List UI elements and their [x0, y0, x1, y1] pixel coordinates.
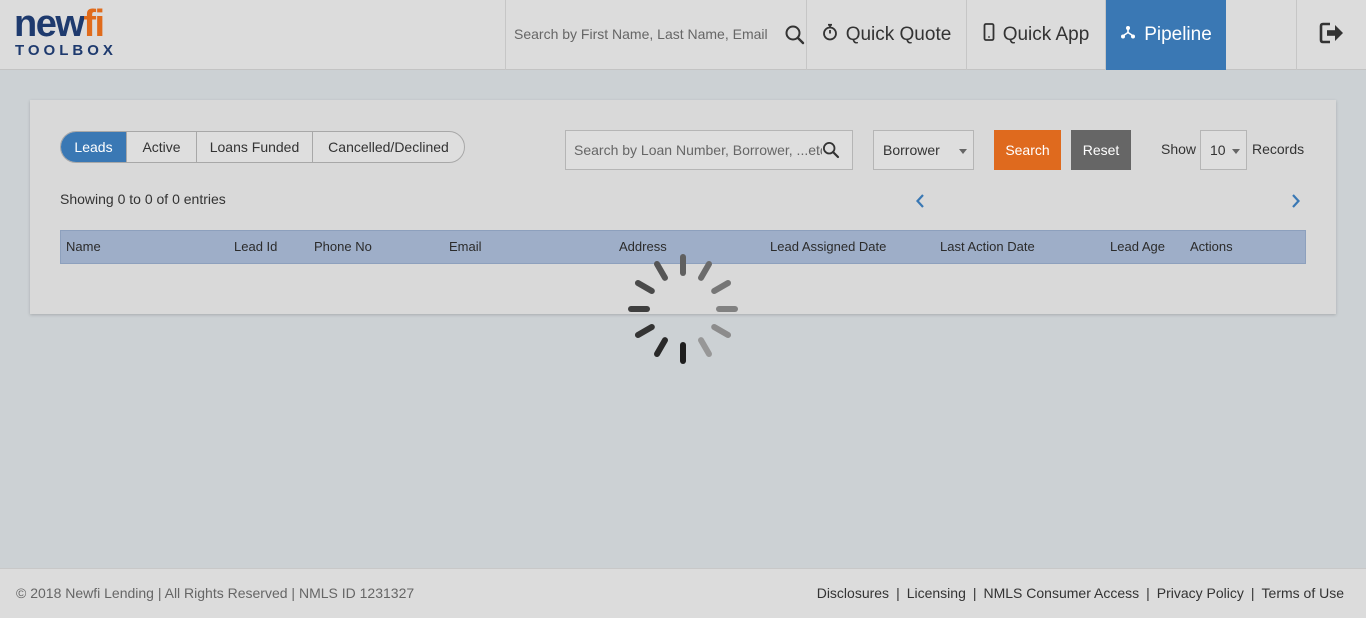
chevron-right-icon — [1291, 193, 1301, 214]
loading-spinner-icon — [628, 254, 738, 364]
loan-search-input[interactable] — [574, 140, 822, 160]
search-type-value: Borrower — [883, 142, 940, 158]
search-type-select[interactable]: Borrower — [873, 130, 974, 170]
logo-subtitle: TOOLBOX — [15, 42, 117, 59]
search-button[interactable]: Search — [994, 130, 1061, 170]
next-page-button[interactable] — [1288, 193, 1304, 213]
entries-info: Showing 0 to 0 of 0 entries — [60, 191, 226, 207]
pipeline-label: Pipeline — [1144, 24, 1212, 45]
column-header-lead-assigned-date[interactable]: Lead Assigned Date — [770, 231, 886, 263]
logo-wordmark: newfi — [14, 3, 105, 45]
page-footer: © 2018 Newfi Lending | All Rights Reserv… — [0, 568, 1366, 618]
column-header-name[interactable]: Name — [66, 231, 101, 263]
chevron-down-icon — [1232, 149, 1240, 154]
column-header-phone-no[interactable]: Phone No — [314, 231, 372, 263]
chevron-down-icon — [959, 149, 967, 154]
newfi-toolbox-logo[interactable]: newfi TOOLBOX — [14, 3, 134, 62]
footer-link-licensing[interactable]: Licensing — [907, 585, 966, 601]
tab-active[interactable]: Active — [127, 132, 197, 162]
footer-separator: | — [1250, 585, 1255, 601]
mobile-phone-icon — [983, 23, 995, 47]
logout-button[interactable] — [1297, 0, 1366, 70]
records-label: Records — [1252, 141, 1305, 157]
spinner-tick — [698, 260, 712, 281]
pipeline-icon — [1120, 24, 1136, 46]
spinner-tick — [634, 280, 655, 294]
records-per-page-value: 10 — [1210, 142, 1226, 158]
quick-app-button[interactable]: Quick App — [967, 0, 1106, 70]
tab-leads[interactable]: Leads — [61, 132, 127, 162]
footer-link-nmls-consumer-access[interactable]: NMLS Consumer Access — [984, 585, 1140, 601]
show-label: Show — [1161, 141, 1197, 157]
footer-separator: | — [1146, 585, 1150, 601]
footer-link-terms-of-use[interactable]: Terms of Use — [1262, 585, 1344, 601]
top-header: newfi TOOLBOX Quick Quote Quick App Pipe… — [0, 0, 1366, 70]
chevron-left-icon — [915, 193, 925, 214]
column-header-lead-age[interactable]: Lead Age — [1110, 231, 1165, 263]
pipeline-button[interactable]: Pipeline — [1106, 0, 1226, 70]
quick-app-label: Quick App — [1002, 24, 1090, 45]
previous-page-button[interactable] — [912, 193, 928, 213]
quick-quote-button[interactable]: Quick Quote — [807, 0, 967, 70]
search-icon[interactable] — [784, 24, 806, 46]
column-header-email[interactable]: Email — [449, 231, 482, 263]
column-header-lead-id[interactable]: Lead Id — [234, 231, 277, 263]
search-icon[interactable] — [822, 141, 840, 159]
spinner-tick — [711, 324, 732, 338]
spinner-tick — [654, 337, 668, 358]
footer-links: Disclosures | Licensing | NMLS Consumer … — [817, 585, 1344, 601]
spinner-tick — [634, 324, 655, 338]
global-search — [505, 0, 807, 70]
quick-quote-label: Quick Quote — [845, 24, 952, 45]
stopwatch-icon — [822, 23, 838, 47]
reset-button[interactable]: Reset — [1071, 130, 1131, 170]
global-search-input[interactable] — [514, 22, 774, 46]
header-spacer — [1226, 0, 1297, 70]
spinner-tick — [698, 337, 712, 358]
footer-separator: | — [972, 585, 977, 601]
column-header-actions[interactable]: Actions — [1190, 231, 1233, 263]
spinner-tick — [654, 260, 668, 281]
loan-search-box — [565, 130, 853, 170]
column-header-last-action-date[interactable]: Last Action Date — [940, 231, 1035, 263]
pipeline-tabs: Leads Active Loans Funded Cancelled/Decl… — [60, 131, 465, 163]
footer-link-privacy-policy[interactable]: Privacy Policy — [1157, 585, 1244, 601]
footer-link-disclosures[interactable]: Disclosures — [817, 585, 889, 601]
footer-separator: | — [896, 585, 900, 601]
tab-loans-funded[interactable]: Loans Funded — [197, 132, 313, 162]
records-per-page-select[interactable]: 10 — [1200, 130, 1247, 170]
spinner-tick — [711, 280, 732, 294]
logout-icon — [1319, 22, 1345, 49]
tab-cancelled-declined[interactable]: Cancelled/Declined — [313, 132, 464, 162]
copyright-text: © 2018 Newfi Lending | All Rights Reserv… — [16, 585, 415, 601]
